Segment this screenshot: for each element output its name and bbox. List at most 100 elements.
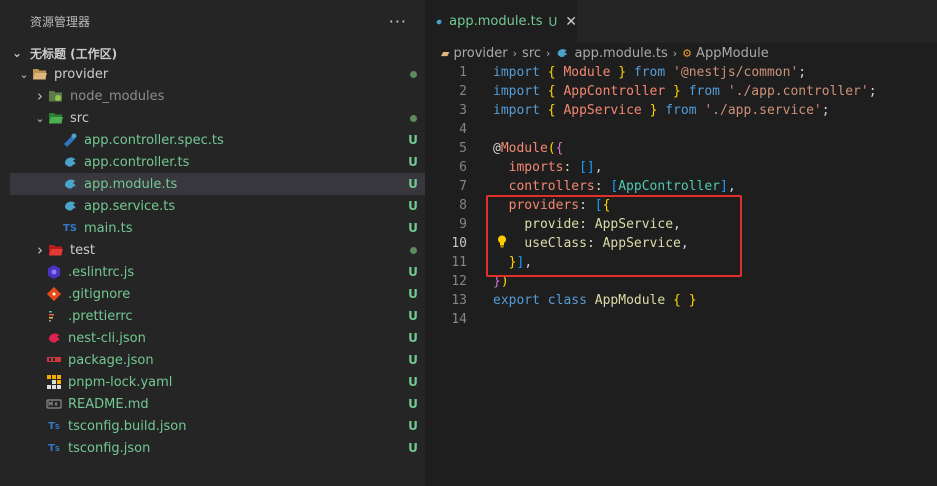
code-token: Module <box>500 141 548 156</box>
code-line[interactable]: 1 import { Module } from '@nestjs/common'… <box>425 63 937 82</box>
untracked-badge: U <box>408 133 418 147</box>
file-tree-item[interactable]: TS main.ts U <box>10 217 425 239</box>
file-tree-item[interactable]: .prettierrc U <box>10 305 425 327</box>
code-token: class <box>547 293 587 308</box>
code-line[interactable]: 13 export class AppModule { } <box>425 291 937 310</box>
code-line[interactable]: 3 import { AppService } from './app.servi… <box>425 101 937 120</box>
untracked-badge: U <box>408 287 418 301</box>
markdown-icon <box>46 396 62 412</box>
untracked-badge: U <box>408 177 418 191</box>
code-token: from <box>665 103 697 118</box>
breadcrumb-item[interactable]: src <box>522 46 541 61</box>
file-tree-item[interactable]: .eslintrc.js U <box>10 261 425 283</box>
file-tree-item[interactable]: package.json U <box>10 349 425 371</box>
code-text: import { AppService } from './app.servic… <box>493 103 830 118</box>
code-token: @ <box>493 141 501 156</box>
code-token: , <box>594 160 603 175</box>
code-token: './app.service' <box>704 103 822 118</box>
chevron-right-icon: › <box>672 46 678 60</box>
code-token: { <box>555 141 564 156</box>
file-tree-item[interactable]: app.controller.spec.ts U <box>10 129 425 151</box>
code-text: import { AppController } from './app.con… <box>493 84 877 99</box>
chevron-right-icon: › <box>512 46 518 60</box>
code-token: Module <box>563 65 611 80</box>
file-tree-item[interactable]: .gitignore U <box>10 283 425 305</box>
chevron-right-icon: › <box>546 46 551 60</box>
file-tree-item[interactable]: pnpm-lock.yaml U <box>10 371 425 393</box>
npm-icon <box>46 352 62 368</box>
code-line[interactable]: 2 import { AppController } from './app.co… <box>425 82 937 101</box>
nest-icon <box>558 49 568 58</box>
file-name: provider <box>54 66 109 82</box>
code-token: './app.controller' <box>727 84 869 99</box>
code-token: import <box>493 103 540 118</box>
close-icon[interactable]: ✕ <box>565 14 577 30</box>
file-tree-item[interactable]: app.service.ts U <box>10 195 425 217</box>
code-line[interactable]: 7 controllers: [AppController], <box>425 177 937 196</box>
file-name: .eslintrc.js <box>68 264 135 280</box>
code-line[interactable]: 5 @Module({ <box>425 139 937 158</box>
untracked-badge: U <box>408 265 418 279</box>
code-token: import <box>493 65 540 80</box>
file-tree-item[interactable]: app.module.ts U <box>10 173 425 195</box>
code-token: imports <box>508 160 564 175</box>
code-token: { <box>547 65 556 80</box>
line-number: 10 <box>451 236 467 251</box>
file-name: test <box>70 242 95 258</box>
file-tree-item[interactable]: TS tsconfig.build.json U <box>10 415 425 437</box>
line-number: 12 <box>451 274 467 289</box>
code-token: ; <box>868 84 877 99</box>
breadcrumb-item[interactable]: AppModule <box>696 46 769 61</box>
code-line[interactable]: 6 imports: [], <box>425 158 937 177</box>
folder-icon: ▰ <box>441 46 450 60</box>
file-tree-item[interactable]: app.controller.ts U <box>10 151 425 173</box>
tab-label: app.module.ts <box>449 14 543 29</box>
code-text: @Module({ <box>493 141 563 156</box>
file-name: tsconfig.json <box>68 440 151 456</box>
file-name: package.json <box>68 352 154 368</box>
code-token: ; <box>798 65 807 80</box>
code-text: controllers: [AppController], <box>493 179 736 194</box>
code-token: } <box>618 65 627 80</box>
breadcrumb-item[interactable]: provider <box>453 46 507 61</box>
file-tree-item[interactable]: ⌄ src <box>10 107 425 129</box>
code-token: from <box>688 84 720 99</box>
untracked-badge: U <box>408 441 418 455</box>
code-token: from <box>633 65 666 80</box>
tsconfig-icon: TS <box>48 442 60 454</box>
code-line[interactable]: 14 <box>425 310 937 329</box>
file-tree-item[interactable]: nest-cli.json U <box>10 327 425 349</box>
line-number: 6 <box>459 160 467 175</box>
untracked-badge: U <box>408 155 418 169</box>
file-tree-item[interactable]: ⌄ provider <box>10 63 425 85</box>
tab-app-module[interactable]: app.module.ts U ✕ <box>425 0 577 43</box>
nest-icon <box>62 154 78 170</box>
code-token: AppService <box>563 103 642 118</box>
workspace-header[interactable]: ⌄ 无标题 (工作区) <box>0 43 425 63</box>
code-token: } <box>673 84 681 99</box>
code-line[interactable]: 4 <box>425 120 937 139</box>
more-actions-icon[interactable]: ··· <box>389 12 407 31</box>
breadcrumb-item[interactable]: app.module.ts <box>574 46 667 61</box>
file-name: tsconfig.build.json <box>68 418 187 434</box>
explorer-title: 资源管理器 <box>30 15 91 29</box>
tsconfig-icon: TS <box>48 420 60 432</box>
file-tree-item[interactable]: › node_modules <box>10 85 425 107</box>
untracked-badge: U <box>548 14 558 29</box>
code-text: import { Module } from '@nestjs/common'; <box>493 65 806 80</box>
file-tree-item[interactable]: TS tsconfig.json U <box>10 437 425 459</box>
test-folder-icon <box>48 242 64 258</box>
lightbulb-icon[interactable] <box>497 235 507 248</box>
file-tree-item[interactable]: README.md U <box>10 393 425 415</box>
nest-icon <box>436 19 442 24</box>
line-number: 7 <box>459 179 467 194</box>
file-name: app.service.ts <box>84 198 176 214</box>
breadcrumb: ▰ provider › src › app.module.ts › ⚙ App… <box>425 43 937 63</box>
file-tree-item[interactable]: › test <box>10 239 425 261</box>
